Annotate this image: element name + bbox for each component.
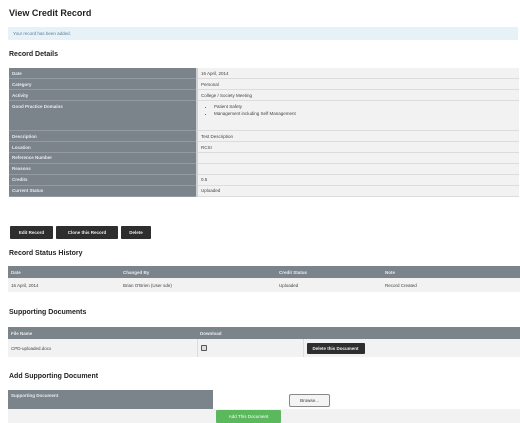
column-header: Date <box>8 266 120 278</box>
detail-row-activity: Activity College / Society Meeting <box>9 89 519 102</box>
table-header-row: File Name Download <box>8 327 520 339</box>
domains-list: Patient Safety Management including Self… <box>201 104 516 116</box>
file-name-link[interactable]: CPD-uploaded.docx <box>8 339 197 357</box>
add-document-heading: Add Supporting Document <box>9 373 99 380</box>
detail-value: 0.5 <box>196 174 519 186</box>
record-details-table: Date 16 April, 2014 Category Personal Ac… <box>9 68 519 197</box>
column-header: Download <box>197 327 303 339</box>
browse-button[interactable]: Browse... <box>289 394 330 407</box>
detail-row-credits: Credits 0.5 <box>9 174 519 186</box>
download-icon[interactable] <box>200 344 207 351</box>
detail-value <box>196 152 519 164</box>
detail-row-status: Current Status Uploaded <box>9 185 519 197</box>
detail-label: Category <box>9 78 197 91</box>
download-cell <box>196 339 304 357</box>
add-document-button[interactable]: Add This Document <box>216 410 281 423</box>
list-item: Management including Self Management <box>214 111 516 116</box>
detail-row-reasons: Reasons <box>9 163 519 175</box>
detail-label: Credits <box>9 174 197 186</box>
detail-row-domains: Good Practice Domains Patient Safety Man… <box>9 100 519 132</box>
table-cell: Record Created <box>382 278 520 292</box>
status-history-table: Date Changed By Credit Status Note 16 Ap… <box>8 266 520 292</box>
column-header: Credit Status <box>276 266 382 278</box>
detail-value: Uploaded <box>196 185 519 197</box>
detail-label: Date <box>9 68 197 80</box>
detail-label: Reference Number <box>9 152 197 164</box>
list-item: Patient Safety <box>214 104 516 109</box>
clone-record-button[interactable]: Clone this Record <box>56 226 118 239</box>
detail-row-reference: Reference Number <box>9 152 519 164</box>
detail-value: Test Description <box>196 130 519 143</box>
detail-label: Current Status <box>9 185 197 197</box>
detail-label: Location <box>9 141 197 153</box>
table-cell: Uploaded <box>276 278 382 292</box>
add-document-form: Supporting Document Browse... Add This D… <box>8 390 520 423</box>
table-row: 16 April, 2014 Brian O'Brien (User sde) … <box>8 278 520 292</box>
record-details-heading: Record Details <box>9 51 59 58</box>
detail-label: Reasons <box>9 163 197 175</box>
action-cell: Delete this Document <box>303 339 520 357</box>
detail-label: Description <box>9 130 197 143</box>
table-row: CPD-uploaded.docx Delete this Document <box>8 339 520 357</box>
column-header: Changed By <box>120 266 276 278</box>
supporting-documents-heading: Supporting Documents <box>9 309 87 316</box>
supporting-document-label: Supporting Document <box>8 390 213 409</box>
detail-value: College / Society Meeting <box>196 89 519 102</box>
column-header: File Name <box>8 327 197 339</box>
detail-value: Personal <box>196 78 519 91</box>
detail-label: Activity <box>9 89 197 102</box>
success-notice: Your record has been added. <box>8 27 518 40</box>
detail-row-date: Date 16 April, 2014 <box>9 68 519 80</box>
detail-label: Good Practice Domains <box>9 100 197 132</box>
table-cell: Brian O'Brien (User sde) <box>120 278 276 292</box>
detail-value: 16 April, 2014 <box>196 68 519 80</box>
column-header: Note <box>382 266 520 278</box>
detail-value: RCSI <box>196 141 519 153</box>
table-cell: 16 April, 2014 <box>8 278 120 292</box>
column-header <box>303 327 520 339</box>
detail-row-description: Description Test Description <box>9 130 519 143</box>
detail-row-location: Location RCSI <box>9 141 519 153</box>
supporting-documents-table: File Name Download CPD-uploaded.docx Del… <box>8 327 520 357</box>
edit-record-button[interactable]: Edit Record <box>10 226 53 239</box>
detail-value <box>196 163 519 175</box>
status-history-heading: Record Status History <box>9 250 83 257</box>
table-header-row: Date Changed By Credit Status Note <box>8 266 520 278</box>
delete-document-button[interactable]: Delete this Document <box>306 342 365 354</box>
detail-value: Patient Safety Management including Self… <box>196 100 519 132</box>
detail-row-category: Category Personal <box>9 78 519 91</box>
page-title: View Credit Record <box>9 8 92 18</box>
delete-record-button[interactable]: Delete <box>121 226 151 239</box>
